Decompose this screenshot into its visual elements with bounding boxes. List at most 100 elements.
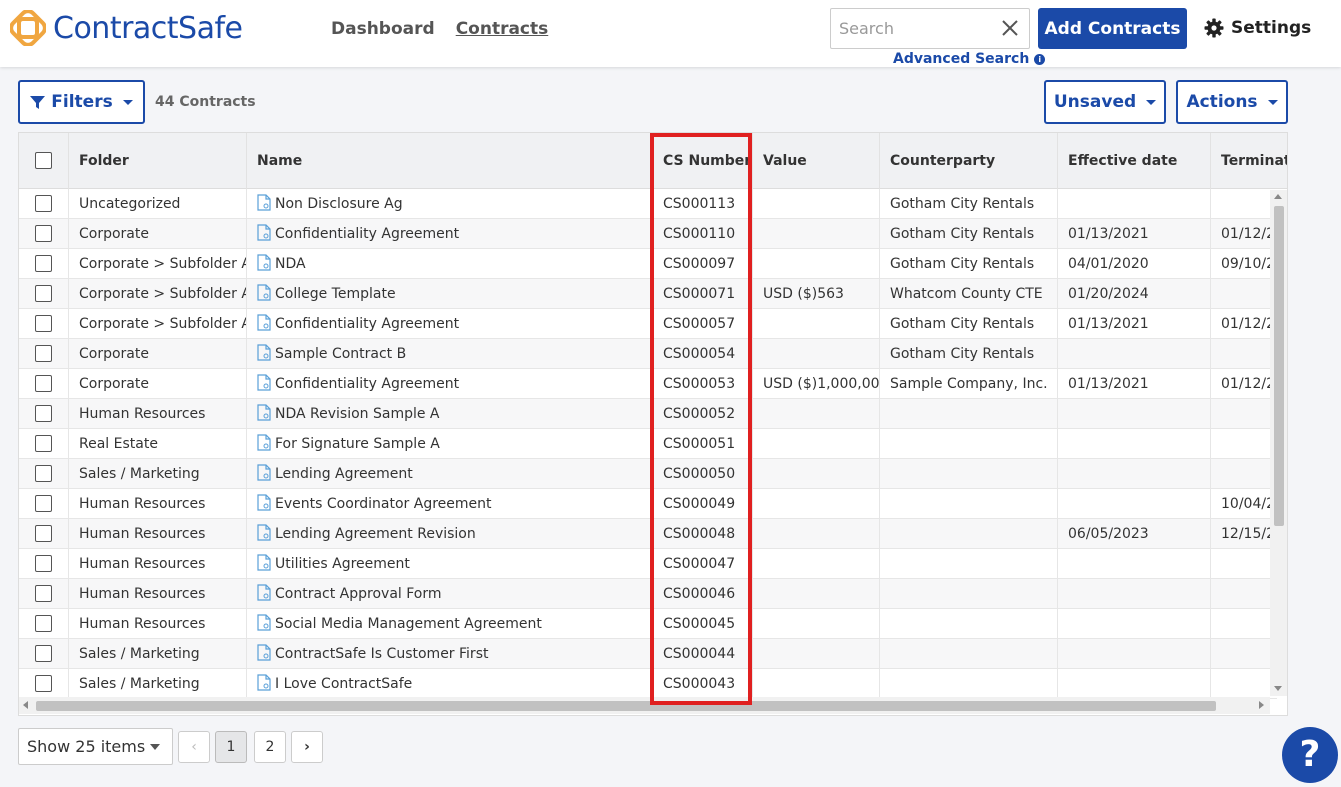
- actions-dropdown[interactable]: Actions: [1176, 80, 1288, 124]
- cell-name[interactable]: NDA Revision Sample A: [247, 399, 653, 429]
- cell-name-text[interactable]: Sample Contract B: [275, 346, 406, 362]
- cell-name-text[interactable]: NDA: [275, 256, 306, 272]
- select-all-checkbox[interactable]: [35, 152, 52, 169]
- column-header-counterparty[interactable]: Counterparty: [880, 133, 1058, 189]
- cell-name[interactable]: Confidentiality Agreement: [247, 219, 653, 249]
- table-row[interactable]: Corporate Confidentiality Agreement CS0001…: [19, 219, 1277, 249]
- cell-name-text[interactable]: Utilities Agreement: [275, 556, 410, 572]
- table-row[interactable]: Uncategorized Non Disclosure Ag CS000113 Go…: [19, 189, 1277, 219]
- settings-button[interactable]: Settings: [1204, 18, 1311, 38]
- logo[interactable]: ContractSafe: [10, 10, 243, 46]
- column-header-termination-date[interactable]: Terminati: [1211, 133, 1287, 189]
- cell-name-text[interactable]: I Love ContractSafe: [275, 676, 412, 692]
- cell-name-text[interactable]: Events Coordinator Agreement: [275, 496, 492, 512]
- table-row[interactable]: Corporate Confidentiality Agreement CS0000…: [19, 369, 1277, 399]
- table-row[interactable]: Corporate Sample Contract B CS000054 Gotham…: [19, 339, 1277, 369]
- prev-page-button[interactable]: ‹: [178, 731, 210, 763]
- cell-name[interactable]: Events Coordinator Agreement: [247, 489, 653, 519]
- table-row[interactable]: Corporate > Subfolder A > NDA CS000097 Goth…: [19, 249, 1277, 279]
- cell-name[interactable]: College Template: [247, 279, 653, 309]
- table-row[interactable]: Human Resources Events Coordinator Agreem…: [19, 489, 1277, 519]
- advanced-search-link[interactable]: Advanced Search i: [893, 51, 1046, 67]
- cell-name[interactable]: Utilities Agreement: [247, 549, 653, 579]
- column-header-folder[interactable]: Folder: [69, 133, 247, 189]
- table-row[interactable]: Human Resources Social Media Management A…: [19, 609, 1277, 639]
- table-row[interactable]: Human Resources Utilities Agreement CS0000…: [19, 549, 1277, 579]
- cell-name[interactable]: Non Disclosure Ag: [247, 189, 653, 219]
- saved-view-dropdown[interactable]: Unsaved: [1044, 80, 1166, 124]
- row-checkbox[interactable]: [35, 615, 52, 632]
- row-checkbox[interactable]: [35, 285, 52, 302]
- vertical-scrollbar[interactable]: [1270, 190, 1287, 696]
- cell-name[interactable]: Sample Contract B: [247, 339, 653, 369]
- clear-search-icon[interactable]: [1001, 19, 1019, 37]
- nav-dashboard[interactable]: Dashboard: [331, 19, 435, 39]
- cell-name-text[interactable]: Lending Agreement Revision: [275, 526, 476, 542]
- horizontal-scrollbar[interactable]: [19, 697, 1270, 714]
- page-button-1[interactable]: 1: [215, 731, 247, 763]
- scroll-right-icon[interactable]: [1259, 701, 1264, 709]
- cell-name-text[interactable]: For Signature Sample A: [275, 436, 440, 452]
- table-row[interactable]: Corporate > Subfolder A > College Templat…: [19, 279, 1277, 309]
- column-header-cs-number[interactable]: CS Number: [653, 133, 753, 189]
- cell-name[interactable]: Social Media Management Agreement: [247, 609, 653, 639]
- column-header-name[interactable]: Name: [247, 133, 653, 189]
- row-checkbox[interactable]: [35, 645, 52, 662]
- row-checkbox[interactable]: [35, 345, 52, 362]
- table-row[interactable]: Sales / Marketing Lending Agreement CS0000…: [19, 459, 1277, 489]
- row-checkbox[interactable]: [35, 255, 52, 272]
- row-checkbox[interactable]: [35, 195, 52, 212]
- scroll-down-icon[interactable]: [1274, 686, 1282, 691]
- cell-name[interactable]: NDA: [247, 249, 653, 279]
- cell-name[interactable]: I Love ContractSafe: [247, 669, 653, 699]
- add-contracts-button[interactable]: Add Contracts: [1038, 8, 1187, 49]
- row-checkbox[interactable]: [35, 315, 52, 332]
- cell-name[interactable]: Lending Agreement Revision: [247, 519, 653, 549]
- cell-name[interactable]: Lending Agreement: [247, 459, 653, 489]
- row-checkbox[interactable]: [35, 435, 52, 452]
- row-checkbox[interactable]: [35, 405, 52, 422]
- nav-contracts[interactable]: Contracts: [456, 19, 549, 39]
- cell-name[interactable]: ContractSafe Is Customer First: [247, 639, 653, 669]
- cell-name-text[interactable]: Social Media Management Agreement: [275, 616, 542, 632]
- row-checkbox[interactable]: [35, 555, 52, 572]
- cell-name[interactable]: Confidentiality Agreement: [247, 369, 653, 399]
- row-checkbox[interactable]: [35, 375, 52, 392]
- cell-name-text[interactable]: College Template: [275, 286, 396, 302]
- cell-name-text[interactable]: Confidentiality Agreement: [275, 226, 459, 242]
- table-row[interactable]: Human Resources Contract Approval Form CS0…: [19, 579, 1277, 609]
- row-checkbox[interactable]: [35, 465, 52, 482]
- table-row[interactable]: Human Resources Lending Agreement Revisio…: [19, 519, 1277, 549]
- cell-name-text[interactable]: Lending Agreement: [275, 466, 413, 482]
- row-checkbox[interactable]: [35, 495, 52, 512]
- cell-name-text[interactable]: Non Disclosure Ag: [275, 196, 403, 212]
- cell-name[interactable]: For Signature Sample A: [247, 429, 653, 459]
- help-button[interactable]: ?: [1282, 727, 1338, 783]
- scroll-left-icon[interactable]: [23, 701, 28, 709]
- cell-name[interactable]: Confidentiality Agreement: [247, 309, 653, 339]
- row-checkbox[interactable]: [35, 225, 52, 242]
- page-button-2[interactable]: 2: [254, 731, 286, 763]
- horizontal-scroll-thumb[interactable]: [36, 701, 1216, 711]
- cell-name-text[interactable]: NDA Revision Sample A: [275, 406, 440, 422]
- row-checkbox[interactable]: [35, 585, 52, 602]
- filters-button[interactable]: Filters: [18, 80, 145, 124]
- scroll-up-icon[interactable]: [1274, 194, 1282, 199]
- cell-name-text[interactable]: Confidentiality Agreement: [275, 376, 459, 392]
- cell-name-text[interactable]: ContractSafe Is Customer First: [275, 646, 488, 662]
- column-header-effective-date[interactable]: Effective date: [1058, 133, 1211, 189]
- page-size-select[interactable]: Show 25 items: [18, 728, 173, 765]
- row-checkbox[interactable]: [35, 675, 52, 692]
- table-row[interactable]: Real Estate For Signature Sample A CS00005…: [19, 429, 1277, 459]
- search-input[interactable]: [831, 9, 991, 48]
- table-row[interactable]: Sales / Marketing I Love ContractSafe CS00…: [19, 669, 1277, 699]
- next-page-button[interactable]: ›: [291, 731, 323, 763]
- table-row[interactable]: Corporate > Subfolder A > Confidentiality…: [19, 309, 1277, 339]
- table-row[interactable]: Human Resources NDA Revision Sample A CS00…: [19, 399, 1277, 429]
- cell-name-text[interactable]: Contract Approval Form: [275, 586, 442, 602]
- column-header-value[interactable]: Value: [753, 133, 880, 189]
- cell-name-text[interactable]: Confidentiality Agreement: [275, 316, 459, 332]
- table-row[interactable]: Sales / Marketing ContractSafe Is Custome…: [19, 639, 1277, 669]
- row-checkbox[interactable]: [35, 525, 52, 542]
- cell-name[interactable]: Contract Approval Form: [247, 579, 653, 609]
